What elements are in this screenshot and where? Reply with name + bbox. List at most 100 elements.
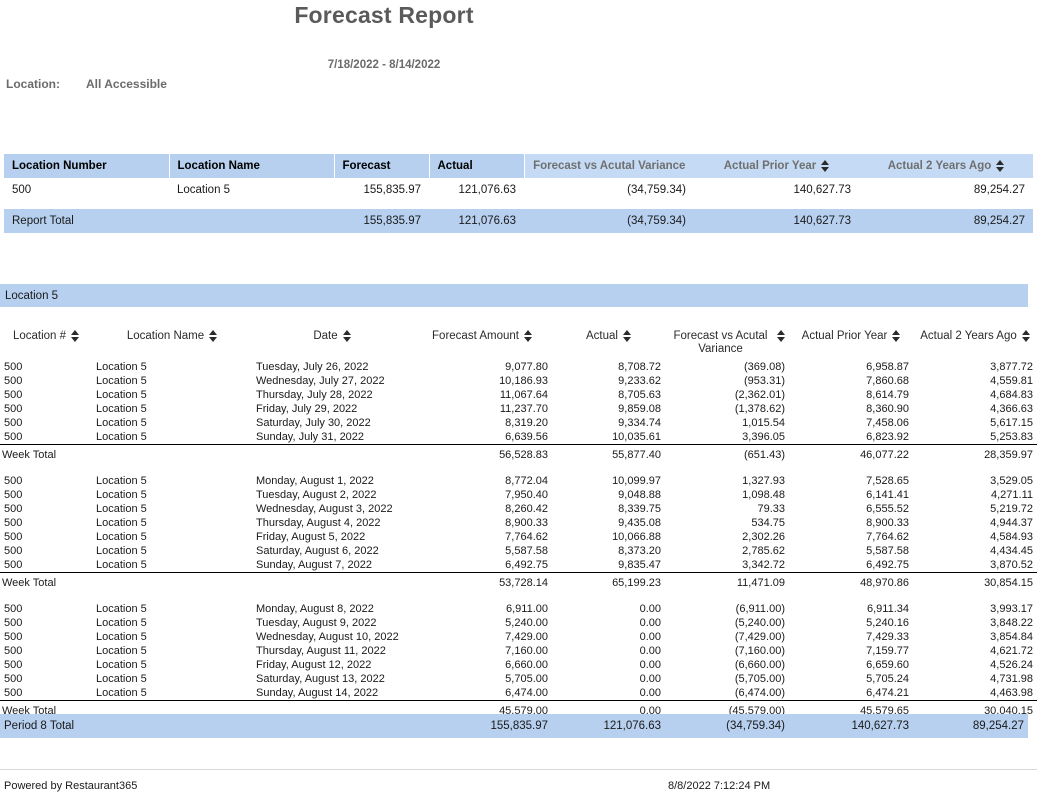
detail-cell-variance: 2,302.26 bbox=[742, 531, 785, 544]
table-row: 500 Location 5 Thursday, August 4, 2022 8,9… bbox=[0, 516, 1037, 530]
detail-cell-forecast: 11,237.70 bbox=[499, 403, 548, 416]
summary-col-location-number[interactable]: Location Number bbox=[4, 154, 170, 178]
detail-cell-location-number: 500 bbox=[4, 403, 23, 416]
summary-col-forecast[interactable]: Forecast bbox=[334, 154, 430, 178]
detail-cell-date: Saturday, August 6, 2022 bbox=[256, 545, 379, 558]
detail-cell-variance: (5,705.00) bbox=[734, 673, 785, 686]
detail-cell-date: Thursday, August 4, 2022 bbox=[256, 517, 381, 530]
detail-cell-actual: 0.00 bbox=[639, 645, 661, 658]
period-total-two-years-ago: 89,254.27 bbox=[913, 714, 1028, 738]
detail-cell-forecast: 10,186.93 bbox=[499, 375, 548, 388]
detail-cell-location-name: Location 5 bbox=[96, 545, 147, 558]
detail-cell-prior-year: 5,587.58 bbox=[866, 545, 909, 558]
week-total-variance: (651.43) bbox=[665, 444, 789, 466]
summary-col-two-years-ago[interactable]: Actual 2 Years Ago bbox=[859, 154, 1033, 178]
summary-col-variance[interactable]: Forecast vs Acutal Variance bbox=[524, 154, 694, 178]
detail-cell-forecast: 8,900.33 bbox=[505, 517, 548, 530]
table-row: 500 Location 5 Wednesday, August 10, 2022 7… bbox=[0, 630, 1037, 644]
detail-col-date[interactable]: Date bbox=[252, 330, 412, 360]
detail-cell-date: Friday, July 29, 2022 bbox=[256, 403, 358, 416]
detail-cell-date: Thursday, August 11, 2022 bbox=[256, 645, 386, 658]
sort-arrows-icon[interactable] bbox=[821, 160, 830, 172]
detail-cell-variance: (7,429.00) bbox=[734, 631, 785, 644]
detail-cell-date: Wednesday, July 27, 2022 bbox=[256, 375, 385, 388]
detail-cell-location-name: Location 5 bbox=[96, 687, 147, 700]
sort-arrows-icon[interactable] bbox=[892, 330, 901, 342]
detail-cell-two-years-ago: 3,870.52 bbox=[990, 559, 1033, 572]
location-filter-value: All Accessible bbox=[86, 77, 167, 91]
summary-cell-actual: 121,076.63 bbox=[429, 178, 524, 202]
detail-cell-forecast: 11,067.64 bbox=[499, 389, 548, 402]
detail-cell-location-name: Location 5 bbox=[96, 631, 147, 644]
summary-total-variance: (34,759.34) bbox=[524, 209, 694, 233]
detail-cell-prior-year: 7,429.33 bbox=[866, 631, 909, 644]
detail-cell-location-number: 500 bbox=[4, 389, 23, 402]
summary-col-prior-year[interactable]: Actual Prior Year bbox=[694, 154, 859, 178]
location-filter-label: Location: bbox=[6, 77, 60, 91]
detail-cell-actual: 0.00 bbox=[639, 603, 661, 616]
detail-cell-date: Tuesday, August 2, 2022 bbox=[256, 489, 377, 502]
summary-col-actual-label: Actual bbox=[437, 160, 473, 172]
period-total-row: Period 8 Total 155,835.97 121,076.63 (34… bbox=[0, 714, 1028, 738]
sort-arrows-icon[interactable] bbox=[1021, 330, 1030, 342]
detail-cell-two-years-ago: 4,434.45 bbox=[990, 545, 1033, 558]
detail-col-two-years-ago[interactable]: Actual 2 Years Ago bbox=[913, 330, 1037, 360]
sort-arrows-icon[interactable] bbox=[996, 160, 1005, 172]
powered-by-label: Powered by Restaurant365 bbox=[4, 780, 138, 792]
period-total-variance: (34,759.34) bbox=[665, 714, 789, 738]
detail-cell-date: Sunday, July 31, 2022 bbox=[256, 431, 365, 444]
detail-cell-two-years-ago: 3,993.17 bbox=[990, 603, 1033, 616]
week-total-two-years-ago: 28,359.97 bbox=[913, 444, 1037, 466]
detail-cell-date: Friday, August 12, 2022 bbox=[256, 659, 372, 672]
detail-cell-two-years-ago: 4,684.83 bbox=[990, 389, 1033, 402]
detail-cell-variance: 534.75 bbox=[751, 517, 785, 530]
detail-cell-location-number: 500 bbox=[4, 361, 23, 374]
week-gap-row bbox=[0, 593, 1037, 602]
detail-cell-location-number: 500 bbox=[4, 559, 23, 572]
summary-col-two-years-ago-label: Actual 2 Years Ago bbox=[887, 160, 992, 172]
summary-header-row: Location Number Location Name Forecast A… bbox=[4, 154, 1033, 178]
table-row: 500 Location 5 155,835.97 121,076.63 (34… bbox=[4, 178, 1033, 202]
week-gap-cell bbox=[0, 465, 1037, 474]
detail-cell-location-number: 500 bbox=[4, 631, 23, 644]
sort-arrows-icon[interactable] bbox=[209, 330, 218, 342]
detail-cell-prior-year: 6,474.21 bbox=[866, 687, 909, 700]
detail-cell-two-years-ago: 4,621.72 bbox=[990, 645, 1033, 658]
summary-col-location-number-label: Location Number bbox=[12, 160, 107, 172]
detail-cell-location-number: 500 bbox=[4, 531, 23, 544]
detail-cell-two-years-ago: 4,271.11 bbox=[990, 489, 1033, 502]
detail-cell-location-number: 500 bbox=[4, 489, 23, 502]
sort-arrows-icon[interactable] bbox=[777, 330, 785, 342]
detail-col-location-number[interactable]: Location # bbox=[0, 330, 92, 360]
detail-cell-prior-year: 6,958.87 bbox=[866, 361, 909, 374]
detail-col-variance[interactable]: Forecast vs Acutal Variance bbox=[665, 330, 789, 360]
detail-cell-date: Monday, August 8, 2022 bbox=[256, 603, 374, 616]
summary-col-prior-year-label: Actual Prior Year bbox=[723, 160, 817, 172]
week-gap-row bbox=[0, 465, 1037, 474]
detail-cell-variance: (6,911.00) bbox=[735, 603, 785, 616]
sort-arrows-icon[interactable] bbox=[71, 330, 80, 342]
detail-cell-location-number: 500 bbox=[4, 503, 23, 516]
summary-cell-prior-year: 140,627.73 bbox=[694, 178, 859, 202]
detail-col-prior-year[interactable]: Actual Prior Year bbox=[789, 330, 913, 360]
detail-col-actual[interactable]: Actual bbox=[552, 330, 665, 360]
detail-cell-variance: (5,240.00) bbox=[734, 617, 785, 630]
detail-header-row: Location # Location Name Date Forecast A… bbox=[0, 330, 1037, 360]
period-total-label: Period 8 Total bbox=[0, 714, 92, 738]
summary-col-actual[interactable]: Actual bbox=[429, 154, 525, 178]
period-total-forecast: 155,835.97 bbox=[412, 714, 552, 738]
detail-cell-forecast: 6,911.00 bbox=[505, 603, 548, 616]
detail-col-forecast-amount[interactable]: Forecast Amount bbox=[412, 330, 552, 360]
detail-cell-date: Thursday, July 28, 2022 bbox=[256, 389, 373, 402]
summary-cell-two-years-ago: 89,254.27 bbox=[859, 178, 1033, 202]
location-group-band: Location 5 bbox=[0, 284, 1028, 307]
sort-arrows-icon[interactable] bbox=[523, 330, 532, 342]
detail-col-location-name[interactable]: Location Name bbox=[92, 330, 252, 360]
sort-arrows-icon[interactable] bbox=[622, 330, 631, 342]
summary-col-location-name[interactable]: Location Name bbox=[169, 154, 335, 178]
table-row: 500 Location 5 Thursday, August 11, 2022 7,… bbox=[0, 644, 1037, 658]
sort-arrows-icon[interactable] bbox=[342, 330, 351, 342]
detail-cell-variance: (7,160.00) bbox=[734, 645, 785, 658]
detail-cell-variance: (2,362.01) bbox=[734, 389, 785, 402]
summary-total-prior-year: 140,627.73 bbox=[694, 209, 859, 233]
